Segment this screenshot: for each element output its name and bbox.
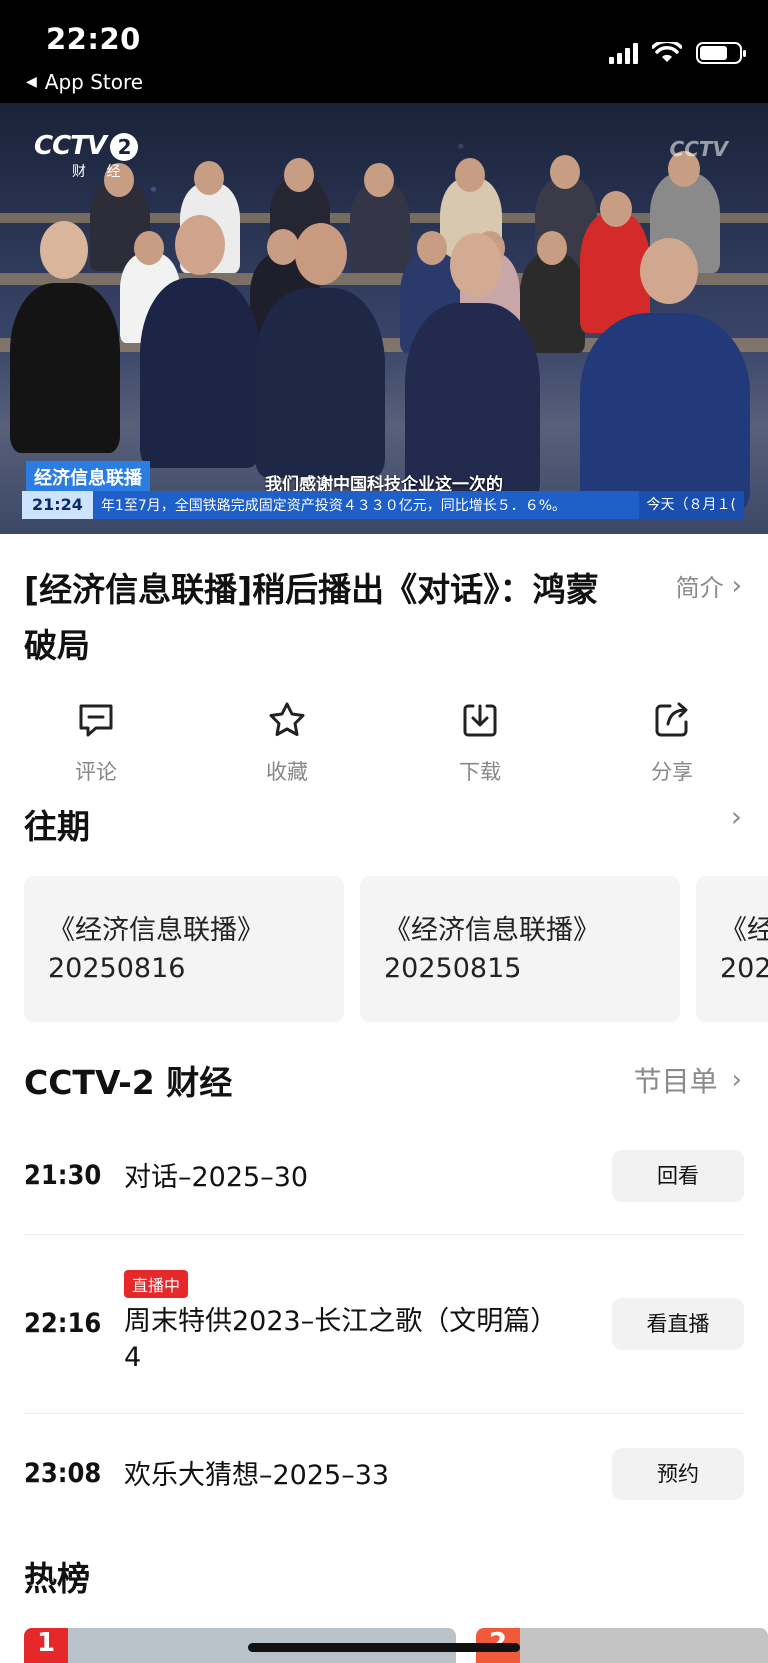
program-time: 23:08 [24,1458,102,1489]
share-button[interactable]: 分享 [622,700,722,786]
channel-title: CCTV-2 财经 [24,1063,233,1102]
past-episode-name: 《经济信息联播》 [384,915,600,946]
divider [24,1413,744,1414]
back-triangle-icon: ◀ [26,74,37,90]
program-name: 对话–2025–30 [124,1162,309,1193]
past-episodes-title: 往期 [24,807,90,846]
schedule-label: 节目单 [633,1065,718,1098]
wifi-icon [652,42,682,62]
action-bar: 评论 收藏 下载 分享 [0,700,768,790]
comment-button[interactable]: 评论 [46,700,146,786]
past-episode-date: 20250815 [384,953,522,984]
reserve-button[interactable]: 预约 [612,1448,744,1500]
past-episode-card[interactable]: 《经济信息联播》 20250815 [360,876,680,1022]
chevron-right-icon: › [731,570,742,601]
video-player[interactable]: CCTV 2 财 经 CCTV 经济信息联播 我们感谢中国科技企业这一次的 21:… [0,103,768,534]
past-more-chevron-icon[interactable]: › [731,800,742,833]
rank-badge: 1 [24,1628,68,1663]
back-to-app-store[interactable]: ◀ App Store [26,70,143,94]
chevron-right-icon: › [731,1065,742,1095]
program-row: 21:30 对话–2025–30 回看 [24,1150,744,1206]
channel-sub-label: 财 经 [72,164,129,180]
program-row: 23:08 欢乐大猜想–2025–33 预约 [24,1448,744,1504]
status-time: 22:20 [46,22,141,56]
ticker-today: 今天（８月１( [638,491,744,519]
program-name: 周末特供2023–长江之歌（文明篇）4 [124,1306,558,1373]
program-time: 21:30 [24,1160,102,1191]
live-badge: 直播中 [124,1270,189,1298]
share-label: 分享 [651,760,693,784]
download-icon [463,704,497,737]
battery-icon [696,42,746,64]
divider [24,1234,744,1235]
page-title: [经济信息联播]稍后播出《对话》：鸿蒙破局 [24,570,599,665]
hot-list-title: 热榜 [24,1559,90,1598]
status-bar: 22:20 ◀ App Store [0,0,768,103]
home-indicator[interactable] [248,1643,520,1652]
favorite-button[interactable]: 收藏 [237,700,337,786]
watch-live-button[interactable]: 看直播 [612,1298,744,1350]
past-episode-date: 20250816 [48,953,186,984]
past-episode-date: 202 [720,953,768,984]
program-time: 22:16 [24,1308,102,1339]
download-button[interactable]: 下载 [430,700,530,786]
ticker-text: 年1至7月，全国铁路完成固定资产投资４３３０亿元，同比增长５．６%。 [100,498,567,514]
favorite-label: 收藏 [266,760,308,784]
program-name: 欢乐大猜想–2025–33 [124,1460,390,1491]
intro-link[interactable]: 简介 › [676,568,742,603]
star-icon [269,702,305,736]
back-label: App Store [44,70,144,94]
past-episode-card[interactable]: 《经济信息联播》 20250816 [24,876,344,1022]
past-episode-card[interactable]: 《经 202 [696,876,768,1022]
cctv-watermark: CCTV [669,137,728,161]
comment-icon [79,704,113,737]
share-icon [655,702,688,737]
schedule-link[interactable]: 节目单 › [634,1060,742,1100]
cctv-logo: CCTV 2 [34,131,139,161]
past-episode-name: 《经济信息联播》 [48,915,264,946]
download-label: 下载 [459,760,501,784]
replay-button[interactable]: 回看 [612,1150,744,1202]
ticker-time: 21:24 [22,491,93,519]
news-ticker: 21:24 年1至7月，全国铁路完成固定资产投资４３３０亿元，同比增长５．６%。… [22,491,744,519]
program-row: 直播中 22:16 周末特供2023–长江之歌（文明篇）4 看直播 [24,1268,744,1378]
status-icons [609,42,746,64]
intro-label: 简介 [675,574,724,602]
comment-label: 评论 [75,760,117,784]
cellular-signal-icon [609,42,638,64]
past-episode-name: 《经 [720,915,768,946]
